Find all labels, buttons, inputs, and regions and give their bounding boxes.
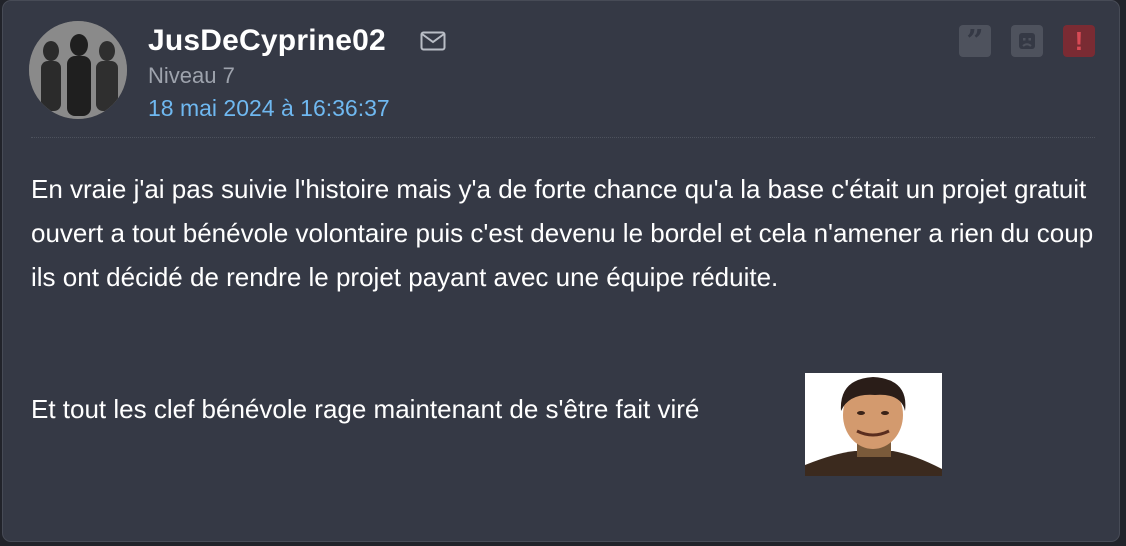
sticker-image bbox=[805, 373, 942, 476]
post-paragraph: En vraie j'ai pas suivie l'histoire mais… bbox=[31, 174, 1094, 292]
post-paragraph: Et tout les clef bénévole rage maintenan… bbox=[31, 394, 700, 424]
quote-icon: ” bbox=[966, 23, 984, 59]
post-actions: ” ! bbox=[959, 23, 1095, 59]
sad-face-icon bbox=[1019, 33, 1035, 49]
username[interactable]: JusDeCyprine02 bbox=[148, 23, 386, 59]
report-button[interactable]: ! bbox=[1063, 25, 1095, 57]
sad-face-button[interactable] bbox=[1011, 25, 1043, 57]
post-content: En vraie j'ai pas suivie l'histoire mais… bbox=[31, 167, 1111, 431]
user-level: Niveau 7 bbox=[148, 63, 235, 88]
quote-button[interactable]: ” bbox=[959, 23, 991, 59]
post-date[interactable]: 18 mai 2024 à 16:36:37 bbox=[148, 94, 390, 122]
forum-post: JusDeCyprine02 Niveau 7 18 mai 2024 à 16… bbox=[2, 0, 1120, 542]
divider bbox=[31, 137, 1095, 138]
mail-icon[interactable] bbox=[420, 31, 446, 51]
avatar-image bbox=[29, 21, 127, 119]
avatar[interactable] bbox=[29, 21, 127, 119]
exclamation-icon: ! bbox=[1074, 25, 1084, 56]
